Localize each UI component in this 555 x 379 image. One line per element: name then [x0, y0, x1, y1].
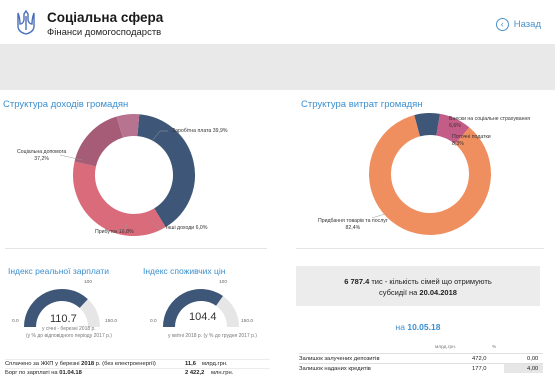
wage-caption-2: (у % до відповідного періоду 2017 р.) [26, 333, 112, 339]
wage-max-label: 150.0 [105, 319, 118, 324]
payments-row-wage-debt: Борг по зарплаті на 01.04.18 2 422,2 млн… [5, 368, 270, 377]
cpi-caption: у квітні 2018 р. (у % до грудня 2017 р.) [168, 333, 257, 339]
divider [5, 248, 267, 249]
wage-mid-label: 100 [84, 280, 93, 285]
wage-min-label: 0.0 [12, 319, 19, 324]
expense-label-taxes: Поточні податки 8,3% [452, 134, 491, 147]
expense-label-insurance: Внески на соціальне страхування 6,6% [449, 116, 531, 129]
divider [296, 248, 544, 249]
wage-caption-1: у січні - березні 2018 р. [42, 326, 96, 332]
deposits-table: млрд.грн. % Залишок залучених депозитів … [299, 343, 543, 373]
payments-table: Сплачено за ЖКП у березні 2018 р. (без е… [5, 359, 270, 377]
wage-index-value: 110.7 [50, 313, 77, 325]
cpi-gauge [163, 289, 239, 328]
table-row: Залишок наданих кредитів 177,0 4,00 [299, 363, 543, 373]
cpi-max-label: 150.0 [241, 319, 254, 324]
cpi-title: Індекс споживчих цін [143, 266, 226, 276]
expense-chart-title: Структура витрат громадян [301, 99, 423, 110]
donut-slice [414, 113, 440, 137]
payments-row-housing: Сплачено за ЖКП у березні 2018 р. (без е… [5, 359, 270, 368]
cpi-value: 104.4 [189, 311, 217, 323]
cpi-min-label: 0.0 [150, 319, 157, 324]
subsidy-families-box: 6 787.4 тис - кількість сімей що отримую… [296, 266, 540, 306]
deposits-table-header: млрд.грн. % [435, 345, 497, 350]
wage-index-title: Індекс реальної зарплати [8, 266, 109, 276]
cpi-mid-label: 100 [219, 280, 228, 285]
deposits-date: на 10.05.18 [395, 322, 441, 332]
expense-label-goods: Придбання товарів та послуг 82,4% [318, 218, 388, 231]
table-row: Залишок залучених депозитів 472,0 0,00 [299, 353, 543, 363]
